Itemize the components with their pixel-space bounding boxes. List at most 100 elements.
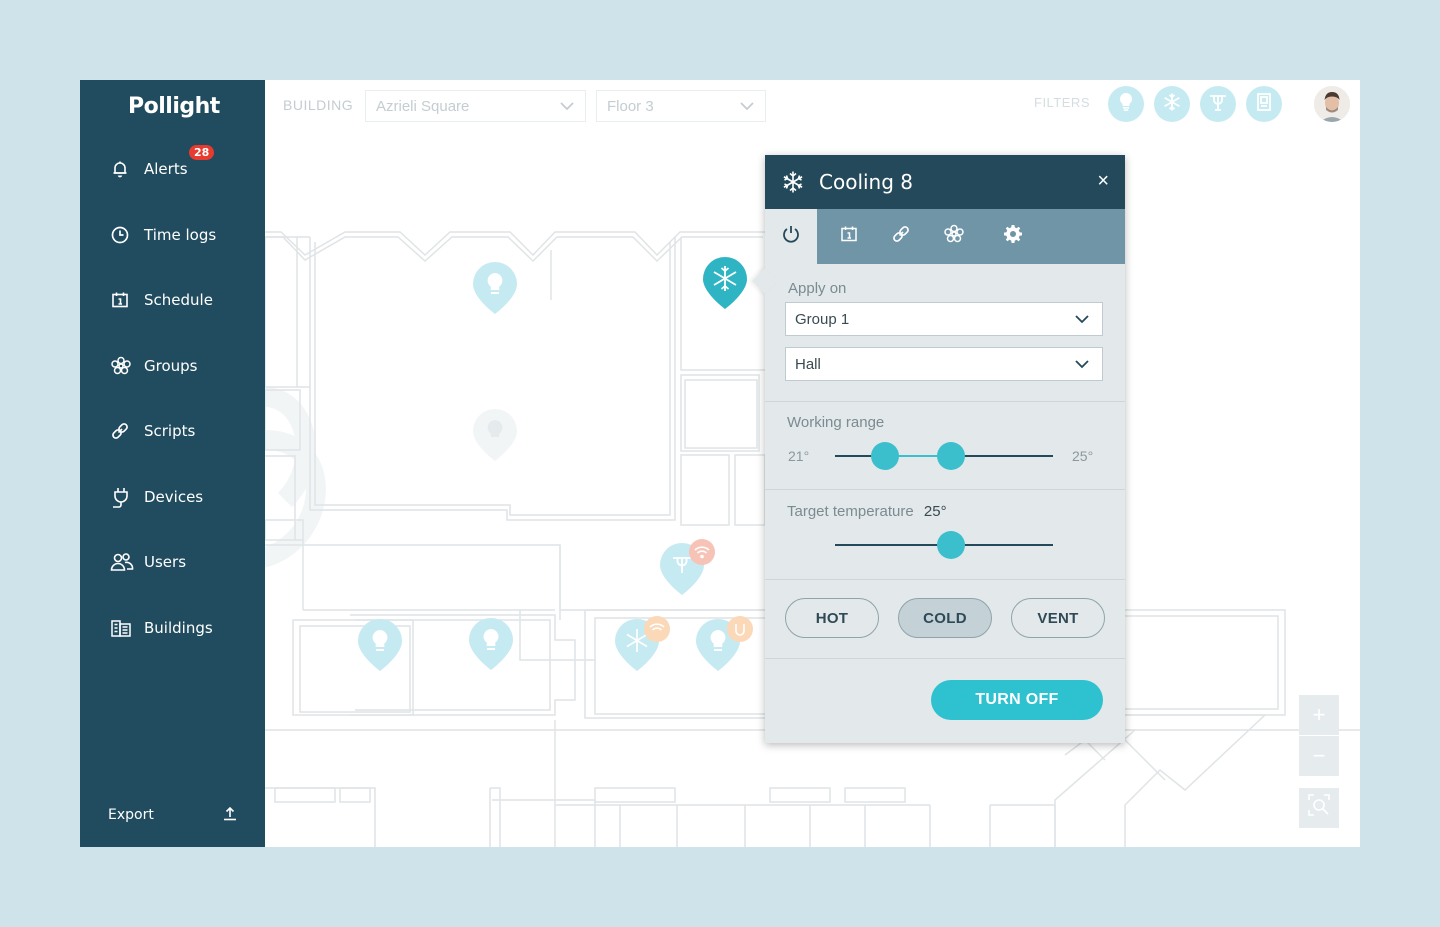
app-window: Pollight Alerts 28 Time logs Schedule Gr…	[80, 80, 1360, 847]
area-select[interactable]: Hall	[785, 347, 1103, 381]
range-max-handle[interactable]	[936, 442, 965, 470]
floor-select-value: Floor 3	[607, 97, 654, 115]
tab-scripts[interactable]	[875, 209, 927, 264]
divider	[765, 401, 1125, 402]
filter-fans-button[interactable]	[1200, 86, 1236, 122]
zoom-in-button[interactable]: +	[1299, 695, 1339, 735]
light-marker-faded[interactable]	[473, 409, 517, 461]
sidebar: Pollight Alerts 28 Time logs Schedule Gr…	[80, 80, 265, 847]
target-temperature-value: 25°	[923, 503, 947, 520]
filters-label: FILTERS	[1034, 95, 1090, 110]
link-icon	[110, 420, 136, 442]
fan-marker[interactable]	[660, 539, 715, 595]
filter-doors-button[interactable]	[1246, 86, 1282, 122]
apply-on-label: Apply on	[788, 280, 847, 297]
fan-icon	[1208, 92, 1228, 117]
range-max-label: 25°	[1072, 448, 1094, 464]
upload-icon	[222, 805, 238, 826]
sidebar-item-label: Users	[144, 553, 187, 571]
group-select[interactable]: Group 1	[785, 302, 1103, 336]
buildings-icon	[110, 617, 136, 639]
plug-icon	[110, 486, 136, 508]
zoom-fit-button[interactable]	[1299, 788, 1339, 828]
tab-groups[interactable]	[928, 209, 980, 264]
sidebar-item-label: Time logs	[144, 226, 217, 244]
floor-select[interactable]: Floor 3	[596, 90, 766, 122]
working-range-label: Working range	[787, 414, 885, 431]
snowflake-icon	[781, 170, 805, 194]
sidebar-item-groups[interactable]: Groups	[110, 351, 260, 381]
target-temperature-text: Target temperature	[787, 503, 914, 520]
alerts-count-badge: 28	[189, 145, 215, 160]
cooling-8-marker[interactable]	[703, 257, 747, 309]
light-marker[interactable]	[696, 616, 753, 671]
divider	[765, 658, 1125, 659]
door-icon	[1255, 92, 1273, 117]
sidebar-item-label: Buildings	[144, 619, 213, 637]
lightbulb-icon	[1117, 92, 1135, 117]
sidebar-item-time-logs[interactable]: Time logs	[110, 220, 260, 250]
sidebar-item-alerts[interactable]: Alerts 28	[110, 145, 260, 184]
users-icon	[110, 551, 136, 573]
calendar-icon	[110, 289, 136, 311]
sidebar-item-schedule[interactable]: Schedule	[110, 285, 260, 315]
minus-icon: −	[1312, 743, 1326, 768]
export-button[interactable]: Export	[108, 804, 238, 826]
groups-icon	[110, 355, 136, 377]
mode-vent-button[interactable]: VENT	[1011, 598, 1105, 638]
target-temperature-label: Target temperature 25°	[787, 503, 947, 520]
filter-lights-button[interactable]	[1108, 86, 1144, 122]
sidebar-item-label: Groups	[144, 357, 198, 375]
range-min-handle[interactable]	[871, 442, 900, 470]
filter-cooling-button[interactable]	[1154, 86, 1190, 122]
tab-settings[interactable]	[987, 209, 1039, 264]
zoom-out-button[interactable]: −	[1299, 736, 1339, 776]
link-icon	[891, 224, 911, 249]
user-avatar[interactable]	[1314, 86, 1350, 122]
sidebar-item-users[interactable]: Users	[110, 547, 260, 577]
tab-power[interactable]	[765, 209, 817, 264]
app-logo: Pollight	[128, 94, 220, 119]
sidebar-item-devices[interactable]: Devices	[110, 482, 260, 512]
target-temperature-handle[interactable]	[936, 531, 965, 559]
building-select[interactable]: Azrieli Square	[365, 90, 586, 122]
bell-icon	[110, 158, 136, 180]
light-marker[interactable]	[469, 618, 513, 670]
range-min-label: 21°	[788, 448, 810, 464]
close-icon[interactable]: ×	[1097, 169, 1109, 193]
building-label: BUILDING	[283, 97, 354, 113]
turn-off-button[interactable]: TURN OFF	[931, 680, 1103, 720]
plus-icon: +	[1312, 702, 1326, 727]
chevron-down-icon	[1074, 356, 1090, 373]
device-panel: Cooling 8 × Apply on Group 1 Hall Workin…	[752, 155, 1125, 743]
group-select-value: Group 1	[795, 310, 850, 328]
export-label: Export	[108, 807, 154, 823]
gear-icon	[1003, 224, 1023, 249]
divider	[765, 489, 1125, 490]
tab-schedule[interactable]	[823, 209, 875, 264]
area-select-value: Hall	[795, 355, 821, 373]
sidebar-item-label: Alerts	[144, 160, 188, 178]
panel-header: Cooling 8 ×	[765, 155, 1125, 209]
chevron-down-icon	[559, 98, 575, 115]
sidebar-item-buildings[interactable]: Buildings	[110, 613, 260, 643]
panel-title: Cooling 8	[819, 170, 914, 194]
mode-cold-button[interactable]: COLD	[898, 598, 992, 638]
cooling-marker[interactable]	[615, 616, 670, 671]
calendar-icon	[839, 224, 859, 249]
sidebar-item-label: Schedule	[144, 291, 213, 309]
sidebar-item-scripts[interactable]: Scripts	[110, 416, 260, 446]
sidebar-item-label: Devices	[144, 488, 204, 506]
panel-tabs	[765, 209, 1125, 264]
chevron-down-icon	[739, 98, 755, 115]
divider	[765, 579, 1125, 580]
mode-hot-button[interactable]: HOT	[785, 598, 879, 638]
building-select-value: Azrieli Square	[376, 97, 470, 115]
clock-icon	[110, 224, 136, 246]
groups-icon	[943, 224, 965, 249]
sidebar-item-label: Scripts	[144, 422, 196, 440]
light-marker[interactable]	[358, 619, 402, 671]
zoom-search-icon	[1307, 793, 1331, 823]
snowflake-icon	[1162, 92, 1182, 117]
light-marker[interactable]	[473, 262, 517, 314]
